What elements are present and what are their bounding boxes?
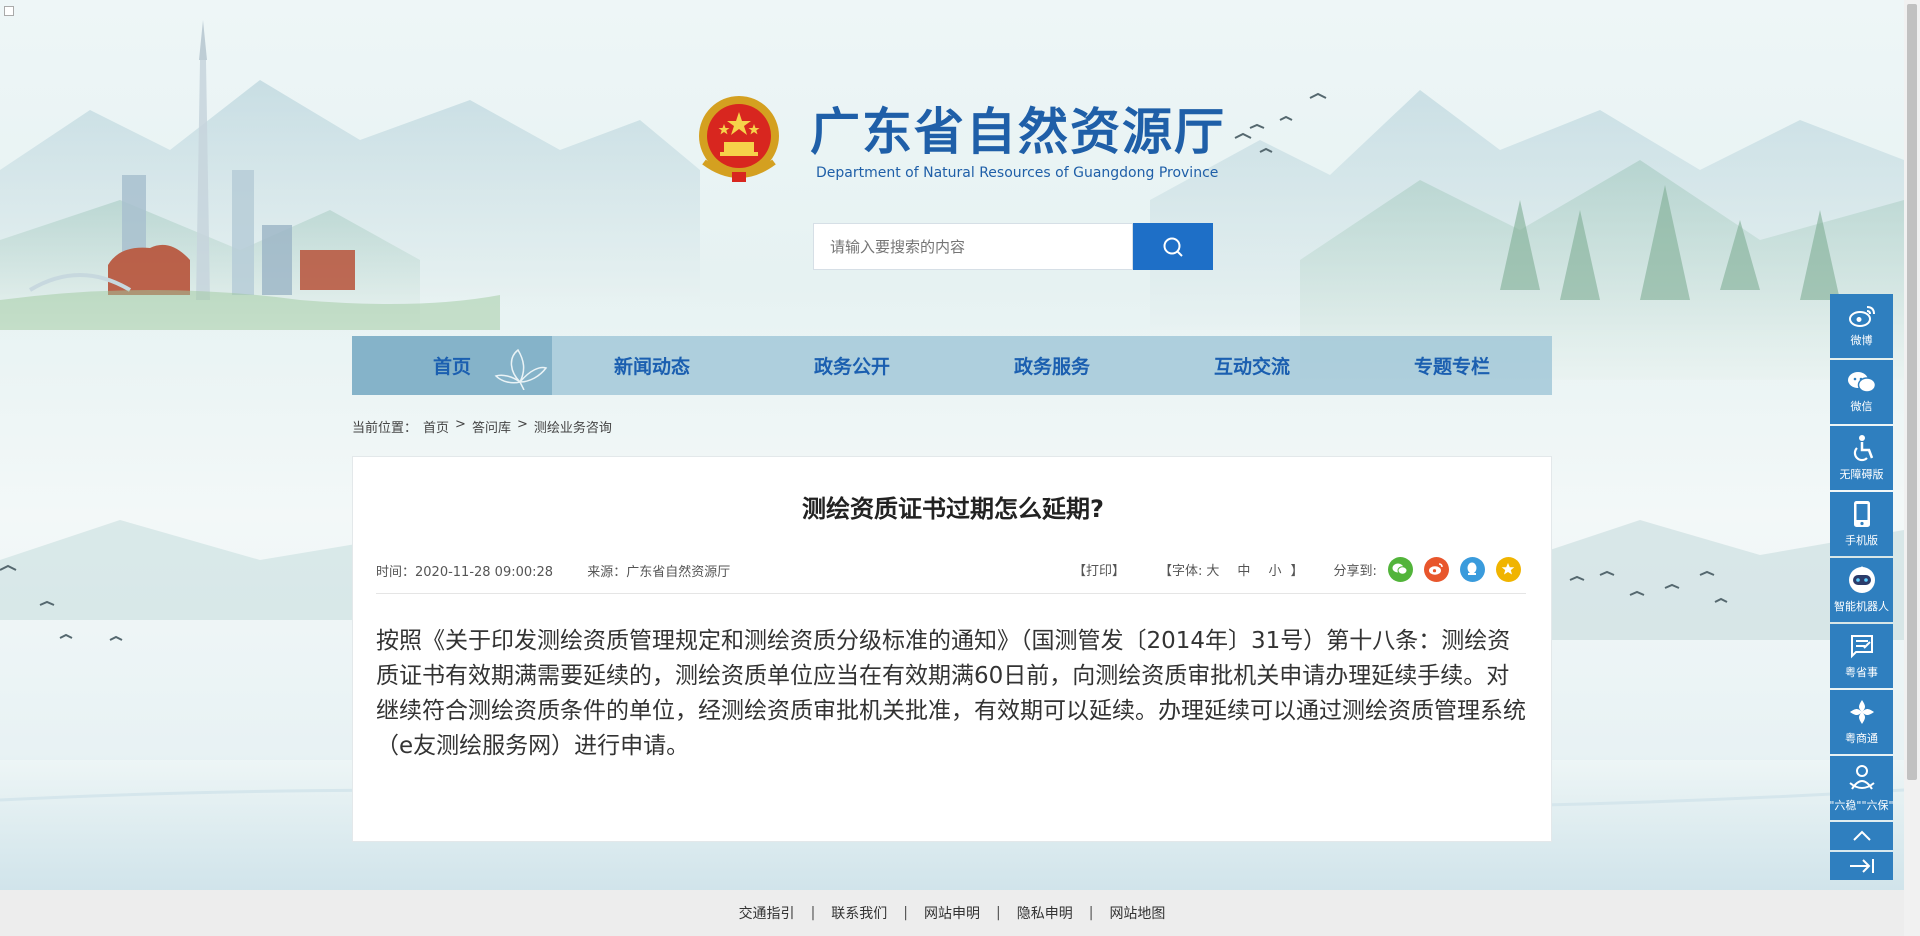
nav-item-label: 政务服务	[1013, 356, 1090, 378]
font-size-small-button[interactable]: 小	[1268, 560, 1281, 579]
footer-separator: |	[903, 905, 908, 921]
float-wechat-button[interactable]: 微信	[1830, 360, 1893, 424]
back-to-top-button[interactable]	[1830, 822, 1893, 850]
footer-link-statement[interactable]: 网站申明	[924, 903, 980, 923]
share-wechat-button[interactable]	[1387, 556, 1413, 582]
weibo-icon	[1429, 563, 1444, 575]
font-size-label: 【字体:	[1159, 563, 1203, 579]
breadcrumb-link-surveying[interactable]: 测绘业务咨询	[534, 417, 612, 436]
breadcrumb-prefix: 当前位置：	[352, 421, 418, 436]
nav-item-topics[interactable]: 专题专栏	[1352, 336, 1552, 395]
float-mobile-button[interactable]: 手机版	[1830, 492, 1893, 556]
star-icon	[1502, 563, 1515, 575]
collapse-bar-button[interactable]	[1830, 852, 1893, 880]
article-card: 测绘资质证书过期怎么延期? 时间：2020-11-28 09:00:28 来源：…	[352, 456, 1552, 842]
main-nav: 首页 新闻动态 政务公开 政务服务 互动交流 专题专栏	[352, 336, 1552, 395]
footer-separator: |	[810, 905, 816, 921]
robot-icon	[1848, 566, 1875, 593]
footer-link-contact[interactable]: 联系我们	[831, 903, 887, 923]
article-source: 来源：广东省自然资源厅	[587, 565, 731, 580]
share-weibo-button[interactable]	[1423, 556, 1449, 582]
float-item-label: 微博	[1850, 334, 1873, 347]
float-robot-button[interactable]: 智能机器人	[1830, 558, 1893, 622]
float-accessibility-button[interactable]: 无障碍版	[1830, 426, 1893, 490]
collapse-arrow-icon	[1849, 859, 1874, 873]
breadcrumb-link-home[interactable]: 首页	[423, 417, 449, 436]
share-label: 分享到:	[1333, 563, 1377, 579]
national-emblem-logo[interactable]	[694, 92, 784, 184]
share-qq-button[interactable]	[1459, 556, 1485, 582]
float-item-label: 粤商通	[1845, 732, 1878, 745]
chevron-up-icon	[1852, 830, 1871, 841]
nav-item-gov-services[interactable]: 政务服务	[952, 336, 1152, 395]
weibo-icon	[1848, 306, 1875, 327]
breadcrumb-separator: >	[516, 417, 528, 432]
floating-service-bar: 微博 微信 无障碍版 手机版 智能机器人 粤省事 粤商通 "六稳""六保"	[1829, 294, 1894, 880]
search-input[interactable]	[813, 223, 1133, 270]
accessibility-icon	[1853, 435, 1873, 462]
mobile-icon	[1853, 501, 1870, 527]
breadcrumb: 当前位置： 首页 > 答问库 > 测绘业务咨询	[352, 417, 612, 436]
float-item-label: 智能机器人	[1834, 600, 1889, 613]
float-yueshangtong-button[interactable]: 粤商通	[1830, 690, 1893, 754]
article-meta: 时间：2020-11-28 09:00:28 来源：广东省自然资源厅	[376, 561, 760, 580]
article-title: 测绘资质证书过期怎么延期?	[802, 495, 1104, 523]
nav-item-label: 首页	[432, 356, 471, 378]
footer-separator: |	[1088, 905, 1094, 921]
search-button[interactable]	[1133, 223, 1213, 270]
footer-link-privacy[interactable]: 隐私申明	[1017, 903, 1073, 923]
print-button[interactable]: 【打印】	[1073, 560, 1125, 579]
liuwen-icon	[1848, 765, 1875, 790]
qq-icon	[1467, 562, 1477, 575]
nav-item-label: 互动交流	[1213, 356, 1290, 378]
font-size-large-button[interactable]: 大	[1206, 560, 1219, 579]
magnolia-decoration-icon	[494, 348, 548, 390]
float-item-label: 粤省事	[1845, 666, 1878, 679]
site-title: 广东省自然资源厅	[810, 102, 1226, 161]
scrollbar-thumb[interactable]	[1907, 4, 1917, 780]
footer-link-sitemap[interactable]: 网站地图	[1109, 903, 1165, 923]
footer-separator: |	[996, 905, 1001, 921]
meta-divider	[376, 593, 1526, 594]
nav-item-home[interactable]: 首页	[352, 336, 552, 395]
window-corner-box	[4, 6, 14, 16]
article-body: 按照《关于印发测绘资质管理规定和测绘资质分级标准的通知》（国测管发〔2014年〕…	[376, 628, 1526, 759]
float-weibo-button[interactable]: 微博	[1830, 294, 1893, 358]
wechat-icon	[1392, 563, 1408, 575]
float-yueshengshi-button[interactable]: 粤省事	[1830, 624, 1893, 688]
wechat-icon	[1847, 372, 1876, 393]
float-item-label: 手机版	[1845, 534, 1878, 547]
yueshangtong-icon	[1849, 700, 1874, 724]
article-time: 时间：2020-11-28 09:00:28	[376, 565, 554, 580]
nav-item-label: 新闻动态	[613, 356, 690, 378]
font-size-medium-button[interactable]: 中	[1237, 560, 1250, 579]
font-size-close: 】	[1290, 563, 1304, 579]
yueshengshi-icon	[1850, 635, 1873, 659]
float-item-label: 微信	[1850, 400, 1873, 413]
float-item-label: "六稳""六保"	[1829, 799, 1894, 812]
site-subtitle: Department of Natural Resources of Guang…	[816, 165, 1219, 181]
nav-item-interaction[interactable]: 互动交流	[1152, 336, 1352, 395]
float-item-label: 无障碍版	[1839, 468, 1884, 481]
nav-item-news[interactable]: 新闻动态	[552, 336, 752, 395]
share-favorite-button[interactable]	[1495, 556, 1521, 582]
article-tools: 【打印】 【字体: 大 中 小 】 分享到:	[1073, 555, 1521, 583]
footer: 交通指引 | 联系我们 | 网站申明 | 隐私申明 | 网站地图	[0, 890, 1904, 936]
nav-item-label: 专题专栏	[1413, 356, 1490, 378]
breadcrumb-separator: >	[455, 417, 466, 432]
nav-item-label: 政务公开	[813, 356, 890, 378]
float-liuwen-liubao-button[interactable]: "六稳""六保"	[1829, 756, 1894, 820]
search-icon	[1163, 237, 1183, 257]
nav-item-gov-affairs[interactable]: 政务公开	[752, 336, 952, 395]
footer-link-traffic[interactable]: 交通指引	[739, 903, 795, 923]
breadcrumb-link-qa-library[interactable]: 答问库	[472, 417, 511, 436]
